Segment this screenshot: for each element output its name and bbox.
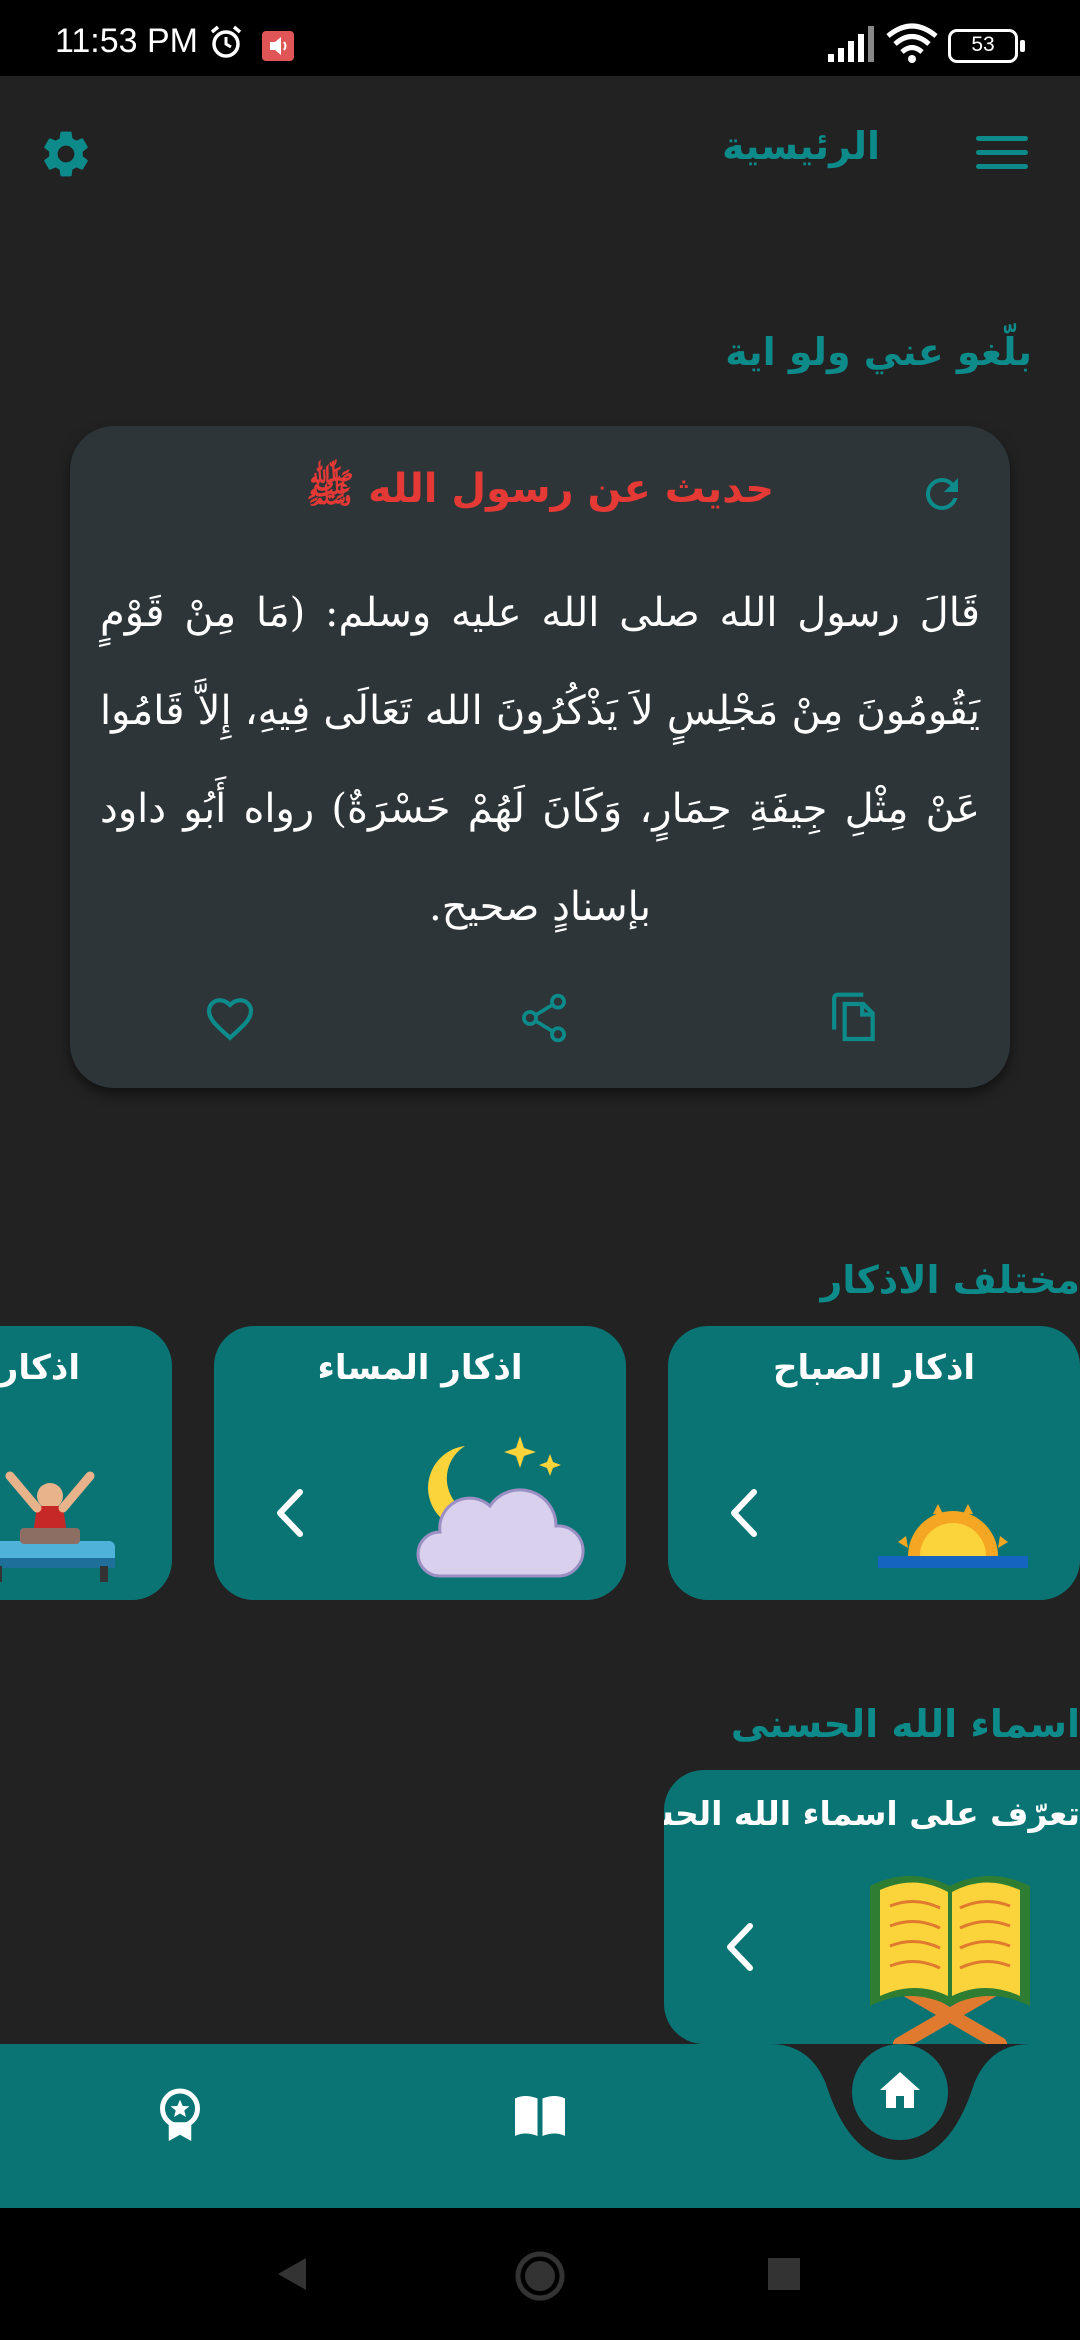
recents-icon[interactable] bbox=[766, 2256, 802, 2292]
morning-adhkar-card[interactable]: اذكار الصباح bbox=[668, 1326, 1080, 1600]
chevron-left-icon bbox=[731, 1489, 757, 1537]
hamburger-menu-icon[interactable] bbox=[976, 136, 1028, 176]
battery-level: 53 bbox=[971, 33, 995, 56]
battery-indicator: 53 bbox=[948, 29, 1025, 63]
chevron-left-icon bbox=[727, 1923, 753, 1971]
dhikr-card-title: اذكار bbox=[0, 1348, 80, 1388]
hadith-text: قَالَ رسول الله صلى الله عليه وسلم: (مَا… bbox=[100, 590, 980, 930]
names-of-allah-card[interactable]: تعرّف على اسماء الله الحسنى bbox=[664, 1770, 1080, 2044]
waking-adhkar-card[interactable]: اذكار bbox=[0, 1326, 172, 1600]
home-button[interactable] bbox=[852, 2044, 948, 2140]
home-icon bbox=[880, 2072, 920, 2108]
hadith-title: حديث عن رسول الله ﷺ bbox=[305, 466, 775, 512]
signal-icon bbox=[828, 26, 874, 62]
names-section-label: اسماء الله الحسنى bbox=[730, 1702, 1080, 1746]
settings-gear-icon[interactable] bbox=[38, 126, 94, 182]
badge-star-icon[interactable] bbox=[150, 2086, 210, 2146]
sunrise-icon bbox=[878, 1504, 1028, 1568]
evening-adhkar-card[interactable]: اذكار المساء bbox=[214, 1326, 626, 1600]
dhikr-card-title: اذكار الصباح bbox=[772, 1348, 976, 1388]
refresh-icon[interactable] bbox=[918, 470, 966, 518]
system-navigation-bar bbox=[0, 2208, 1080, 2340]
copy-icon[interactable] bbox=[826, 990, 882, 1046]
names-card-title: تعرّف على اسماء الله الحسنى bbox=[664, 1794, 1080, 1833]
favorite-heart-icon[interactable] bbox=[202, 990, 258, 1046]
quran-book-icon bbox=[870, 1876, 1030, 2044]
back-icon[interactable] bbox=[272, 2254, 312, 2294]
status-bar: 11:53 PM 53 bbox=[0, 0, 1080, 76]
moon-cloud-icon bbox=[416, 1436, 585, 1578]
app-screen: 11:53 PM 53 الرئيسية بلّغو عني ولو اية ح… bbox=[0, 0, 1080, 2340]
adhkar-section-label: مختلف الاذكار bbox=[820, 1258, 1080, 1302]
hadith-card: حديث عن رسول الله ﷺ قَالَ رسول الله صلى … bbox=[70, 426, 1010, 1088]
wifi-icon bbox=[886, 23, 938, 63]
dhikr-card-title: اذكار المساء bbox=[317, 1348, 523, 1388]
banner-text: بلّغو عني ولو اية bbox=[725, 330, 1032, 374]
status-time: 11:53 PM bbox=[55, 22, 199, 60]
share-icon[interactable] bbox=[516, 990, 572, 1046]
media-notification-icon bbox=[262, 31, 294, 61]
home-system-icon[interactable] bbox=[514, 2250, 566, 2302]
waking-person-icon bbox=[0, 1471, 115, 1582]
alarm-icon bbox=[210, 25, 242, 58]
page-title: الرئيسية bbox=[722, 124, 880, 168]
chevron-left-icon bbox=[277, 1489, 303, 1537]
open-book-icon[interactable] bbox=[510, 2086, 570, 2146]
